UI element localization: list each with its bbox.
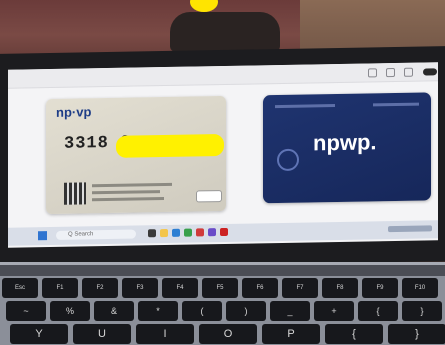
folder-icon[interactable] — [160, 228, 168, 238]
edge-icon[interactable] — [172, 228, 180, 237]
keyboard-key[interactable]: _ — [270, 301, 310, 321]
settings-icon[interactable] — [368, 68, 377, 78]
keyboard-key[interactable]: F1 — [42, 278, 78, 298]
keyboard-key[interactable]: I — [136, 324, 194, 344]
redaction-highlight — [116, 133, 224, 158]
id-card-front: np·vp 3318 0 — [46, 95, 226, 215]
keyboard-key[interactable]: { — [325, 324, 383, 344]
card-text-line — [92, 182, 172, 188]
task-view-icon[interactable] — [148, 229, 156, 238]
taskbar-search[interactable]: Q Search — [56, 229, 136, 240]
keyboard-key[interactable]: { — [358, 301, 398, 321]
keyboard-key[interactable]: F7 — [282, 278, 318, 298]
keyboard-key[interactable]: & — [94, 301, 134, 321]
emblem-icon — [277, 148, 299, 172]
keyboard-key[interactable]: U — [73, 324, 131, 344]
chrome-icon[interactable] — [184, 228, 192, 237]
id-card-back: npwp. — [263, 92, 431, 204]
keyboard-key[interactable]: F8 — [322, 278, 358, 298]
keyboard-key[interactable]: + — [314, 301, 354, 321]
keyboard-key[interactable]: O — [199, 324, 257, 344]
keyboard-key[interactable]: * — [138, 301, 178, 321]
keyboard-key[interactable]: ( — [182, 301, 222, 321]
keyboard-key[interactable]: F3 — [122, 278, 158, 298]
keyboard-key[interactable]: Esc — [2, 278, 38, 298]
mail-icon[interactable] — [208, 228, 216, 237]
toggle-switch[interactable] — [423, 68, 437, 76]
keyboard-key[interactable]: P — [262, 324, 320, 344]
card-text-line — [92, 190, 160, 195]
keyboard-key[interactable]: ) — [226, 301, 266, 321]
app-icon[interactable] — [220, 227, 228, 237]
laptop-screen: np·vp 3318 0 npwp. Q Search — [8, 62, 438, 248]
keyboard-key[interactable]: F2 — [82, 278, 118, 298]
store-icon[interactable] — [196, 228, 204, 237]
taskbar-search-label: Q Search — [68, 231, 94, 238]
card-text-line — [92, 197, 164, 202]
webcam-cover — [170, 12, 280, 52]
keyboard-key[interactable]: F5 — [202, 278, 238, 298]
profile-icon[interactable] — [386, 67, 395, 78]
card-text-line — [373, 102, 419, 107]
keyboard-key[interactable]: F10 — [402, 278, 438, 298]
keyboard-key[interactable]: } — [402, 301, 442, 321]
extensions-icon[interactable] — [404, 67, 413, 77]
keyboard-key[interactable]: F6 — [242, 278, 278, 298]
keyboard-key[interactable]: Y — [10, 324, 68, 344]
card-logo — [196, 190, 222, 203]
keyboard-key[interactable]: } — [388, 324, 445, 344]
keyboard-deck: Esc F1 F2 F3 F4 F5 F6 F7 F8 F9 F10 ~% & *() _ +{} YUIO… — [0, 276, 445, 345]
card-brand: npwp. — [313, 129, 377, 156]
keyboard-key[interactable]: F4 — [162, 278, 198, 298]
hinge-highlight — [0, 262, 445, 265]
qr-code-icon — [64, 182, 86, 205]
windows-start-icon[interactable] — [38, 231, 47, 241]
card-text-line — [275, 104, 335, 109]
keyboard-key[interactable]: ~ — [6, 301, 46, 321]
photo-scene: np·vp 3318 0 npwp. Q Search Esc F1 F2 F3… — [0, 0, 445, 345]
keyboard-key[interactable]: % — [50, 301, 90, 321]
system-tray[interactable] — [388, 225, 432, 233]
keyboard-key[interactable]: F9 — [362, 278, 398, 298]
card-brand: np·vp — [56, 104, 92, 120]
